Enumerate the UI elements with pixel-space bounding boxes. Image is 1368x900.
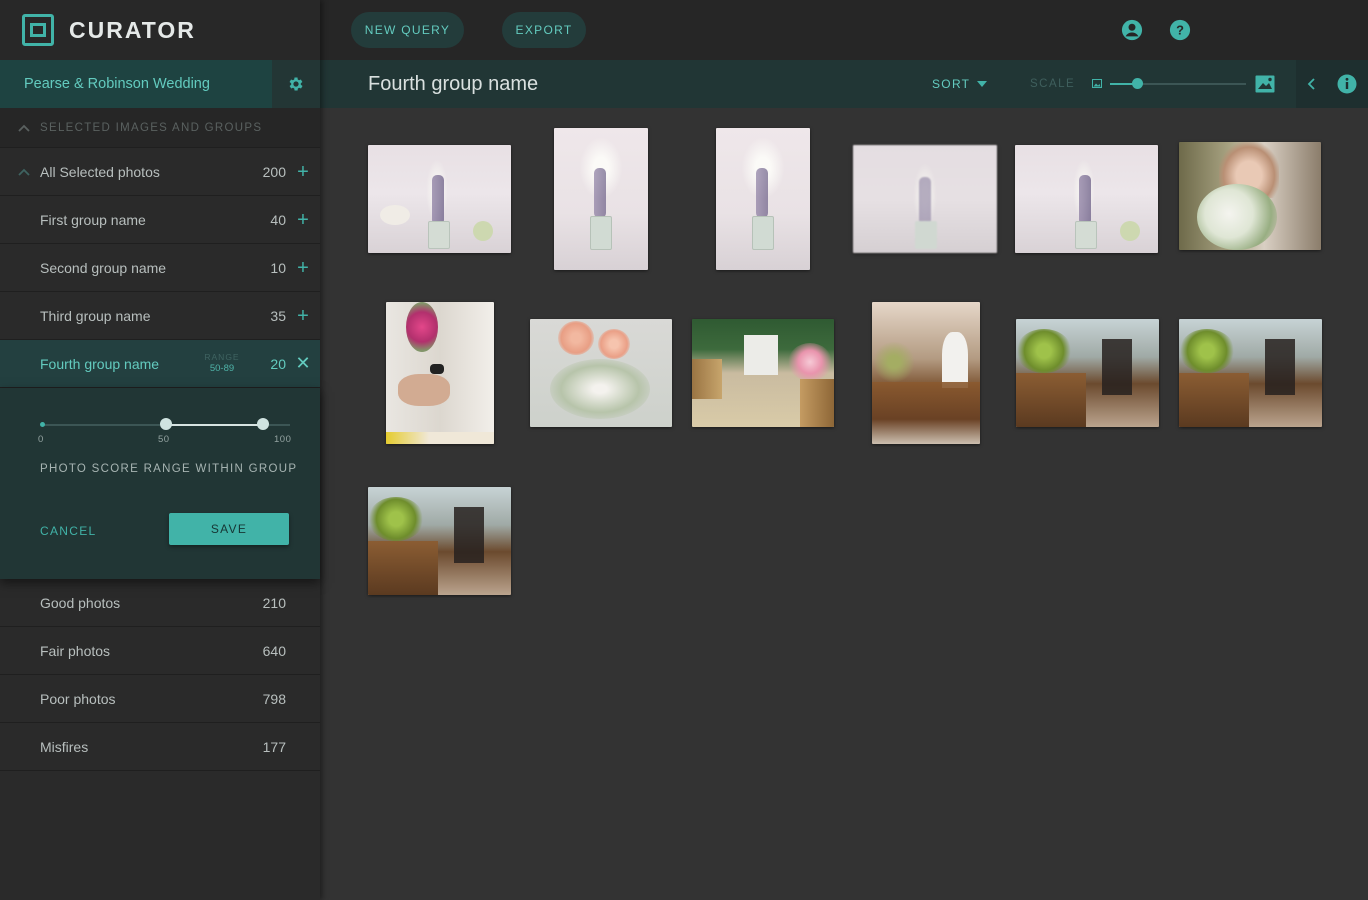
group-label: All Selected photos [40, 163, 160, 180]
slider-min-dot [40, 422, 45, 427]
sidebar: CURATOR Pearse & Robinson Wedding SELECT… [0, 0, 320, 900]
quality-row[interactable]: Poor photos 798 [0, 675, 320, 723]
quality-row[interactable]: Misfires 177 [0, 723, 320, 771]
help-icon[interactable]: ? [1169, 19, 1191, 46]
chevron-left-icon[interactable] [1307, 78, 1315, 90]
slider-fill [166, 424, 263, 426]
photo-thumbnail[interactable] [554, 128, 648, 270]
tick-label-min: 0 [38, 434, 44, 445]
slider-high-handle[interactable] [256, 418, 269, 430]
svg-text:?: ? [1176, 23, 1184, 38]
chevron-up-icon [18, 124, 30, 132]
plus-icon[interactable]: + [286, 306, 320, 326]
project-name[interactable]: Pearse & Robinson Wedding [0, 60, 272, 108]
quality-label: Fair photos [40, 642, 111, 659]
range-caption: PHOTO SCORE RANGE WITHIN GROUP [40, 463, 298, 475]
quality-label: Poor photos [40, 690, 116, 707]
quality-count: 210 [262, 594, 286, 611]
curator-logo-icon [22, 14, 54, 46]
group-title: Fourth group name [368, 73, 539, 95]
quality-label: Good photos [40, 594, 121, 611]
group-count: 200 [262, 163, 286, 180]
group-header: Fourth group name SORT SCALE [320, 60, 1368, 108]
new-query-button[interactable]: NEW QUERY [351, 12, 464, 48]
tick-label-mid: 50 [158, 434, 170, 445]
project-bar: Pearse & Robinson Wedding [0, 60, 320, 108]
quality-count: 798 [262, 690, 286, 707]
group-row[interactable]: Second group name 10 + [0, 244, 320, 292]
photo-thumbnail[interactable] [368, 487, 511, 595]
logo-bar: CURATOR [0, 0, 320, 60]
group-label: Second group name [40, 259, 167, 276]
score-range-panel: 0 50 100 PHOTO SCORE RANGE WITHIN GROUP … [0, 388, 320, 579]
photo-thumbnail[interactable] [1179, 142, 1321, 250]
photo-grid [320, 108, 1368, 900]
app-name: CURATOR [69, 16, 196, 43]
plus-icon[interactable]: + [286, 258, 320, 278]
photo-thumbnail[interactable] [386, 302, 494, 444]
section-header[interactable]: SELECTED IMAGES AND GROUPS [0, 108, 320, 148]
photo-thumbnail[interactable] [716, 128, 810, 270]
plus-icon[interactable]: + [286, 210, 320, 230]
quality-count: 640 [262, 642, 286, 659]
range-tag: RANGE 50-89 [202, 352, 242, 374]
quality-count: 177 [262, 738, 286, 755]
group-count: 40 [270, 211, 286, 228]
scale-slider[interactable] [1110, 78, 1246, 89]
group-row-all-selected[interactable]: All Selected photos 200 + [0, 148, 320, 196]
chevron-up-icon [18, 168, 30, 176]
export-button[interactable]: EXPORT [502, 12, 586, 48]
scale-label: SCALE [1030, 78, 1076, 90]
group-row-active[interactable]: Fourth group name RANGE 50-89 20 ✕ [0, 340, 320, 388]
group-label: Third group name [40, 307, 151, 324]
info-panel-toggle[interactable] [1296, 60, 1368, 108]
photo-thumbnail[interactable] [1016, 319, 1159, 427]
quality-label: Misfires [40, 738, 89, 755]
group-count: 10 [270, 259, 286, 276]
cancel-button[interactable]: CANCEL [40, 524, 96, 538]
sort-label: SORT [932, 77, 971, 91]
group-row[interactable]: Third group name 35 + [0, 292, 320, 340]
score-range-slider[interactable] [40, 418, 290, 430]
gear-icon[interactable] [272, 60, 320, 108]
range-tag-value: 50-89 [209, 363, 235, 374]
quality-row[interactable]: Good photos 210 [0, 579, 320, 627]
range-tag-label: RANGE [204, 352, 240, 362]
tick-label-max: 100 [274, 434, 292, 445]
caret-down-icon [977, 81, 988, 87]
section-title: SELECTED IMAGES AND GROUPS [40, 121, 263, 134]
plus-icon[interactable]: + [286, 162, 320, 182]
quality-row[interactable]: Fair photos 640 [0, 627, 320, 675]
photo-thumbnail[interactable] [530, 319, 672, 427]
photo-thumbnail[interactable] [692, 319, 834, 427]
close-icon[interactable]: ✕ [286, 353, 320, 374]
photo-thumbnail[interactable] [368, 145, 511, 253]
slider-low-handle[interactable] [160, 418, 172, 430]
group-count: 20 [270, 355, 286, 372]
group-label: First group name [40, 211, 146, 228]
photo-thumbnail[interactable] [1015, 145, 1158, 253]
sort-button[interactable]: SORT [932, 77, 988, 91]
group-row[interactable]: First group name 40 + [0, 196, 320, 244]
photo-thumbnail[interactable] [1179, 319, 1322, 427]
info-icon[interactable] [1337, 74, 1357, 94]
large-image-icon [1255, 75, 1275, 93]
save-button[interactable]: SAVE [169, 513, 289, 545]
group-count: 35 [270, 307, 286, 324]
top-toolbar: NEW QUERY EXPORT ? [320, 0, 1368, 60]
scale-handle[interactable] [1132, 78, 1144, 89]
account-icon[interactable] [1121, 19, 1143, 46]
small-image-icon [1092, 79, 1102, 88]
photo-thumbnail[interactable] [872, 302, 980, 444]
photo-thumbnail[interactable] [853, 145, 997, 253]
